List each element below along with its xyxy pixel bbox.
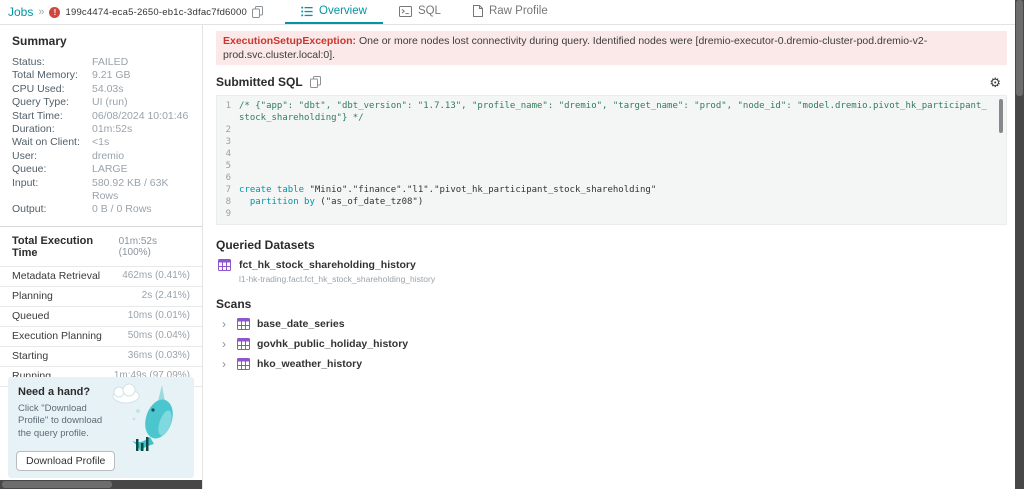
summary-row-status: Status: FAILED bbox=[0, 56, 202, 69]
summary-rows: Status: FAILED Total Memory: 9.21 GB CPU U… bbox=[0, 56, 202, 217]
scan-name: hko_weather_history bbox=[257, 357, 363, 370]
sql-line: 6 bbox=[225, 173, 231, 184]
queried-dataset-row[interactable]: fct_hk_stock_shareholding_history l1-hk-… bbox=[218, 259, 1007, 284]
phase-starting: Starting 36ms (0.03%) bbox=[0, 345, 202, 366]
summary-row-input: Input: 580.92 KB / 63K Rows bbox=[12, 176, 169, 203]
summary-row-cpu-used: CPU Used: 54.03s bbox=[12, 82, 124, 95]
summary-sidebar: Summary Status: FAILED Total Memory: 9.21 … bbox=[0, 25, 203, 489]
dataset-name: fct_hk_stock_shareholding_history bbox=[239, 259, 416, 272]
narwhal-illustration bbox=[112, 383, 173, 451]
help-box: Need a hand? Click "Download Profile" to… bbox=[8, 377, 194, 478]
sidebar-scrollbar-thumb[interactable] bbox=[2, 481, 112, 488]
submitted-sql-title: Submitted SQL bbox=[216, 75, 303, 90]
sql-line: 1/* {"app": "dbt", "dbt_version": "1.7.1… bbox=[217, 100, 1006, 124]
sql-line: 9 bbox=[225, 209, 231, 220]
execution-time-total: 01m:52s (100%) bbox=[118, 235, 157, 258]
sql-line: 3 bbox=[225, 137, 231, 148]
scans-title: Scans bbox=[216, 296, 252, 311]
scan-table-icon bbox=[237, 337, 250, 350]
sql-line: 7 create table "Minio"."finance"."l1"."pi… bbox=[225, 185, 657, 196]
sidebar-horizontal-scrollbar[interactable] bbox=[0, 480, 202, 489]
phase-execution-planning: Execution Planning 50ms (0.04%) bbox=[0, 325, 202, 346]
summary-row-user: User: dremio bbox=[12, 149, 125, 162]
help-text: Click "Download Profile" to download the… bbox=[18, 403, 103, 439]
tab-sql[interactable]: SQL bbox=[383, 0, 457, 24]
execution-time-title: Total Execution Time bbox=[12, 234, 94, 259]
tab-sql-label: SQL bbox=[417, 5, 441, 17]
sql-keyword: partition by bbox=[239, 197, 321, 208]
summary-row-output: Output: 0 B / 0 Rows bbox=[12, 203, 152, 216]
copy-sql-icon[interactable] bbox=[309, 76, 321, 89]
scan-row-govhk-public-holiday-history[interactable]: › govhk_public_holiday_history bbox=[222, 337, 1007, 350]
download-profile-button[interactable]: Download Profile bbox=[16, 451, 116, 471]
breadcrumb: Jobs » ! 199c4474-eca5-2650-eb1c-3dfac7f… bbox=[0, 0, 263, 24]
phase-planning: Planning 2s (2.41%) bbox=[0, 285, 202, 306]
scan-name: base_date_series bbox=[257, 317, 345, 330]
tab-raw-profile[interactable]: Raw Profile bbox=[457, 0, 564, 24]
chevron-right-icon[interactable]: › bbox=[222, 338, 230, 350]
execution-phases: Metadata Retrieval 462ms (0.41%) Planning… bbox=[0, 265, 202, 387]
profile-tabs: Overview SQL Raw Profile bbox=[285, 0, 564, 24]
sql-comment: /* {"app": "dbt", "dbt_version": "1.7.13… bbox=[239, 101, 987, 124]
tab-raw-profile-label: Raw Profile bbox=[488, 5, 548, 17]
scan-table-icon bbox=[237, 317, 250, 330]
submitted-sql-header: Submitted SQL ⚙ bbox=[216, 75, 1007, 89]
dataset-path: l1-hk-trading.fact.fct_hk_stock_sharehol… bbox=[239, 273, 436, 284]
editor-settings-gear-icon[interactable]: ⚙ bbox=[989, 76, 1001, 89]
sql-identifier: ("as_of_date_tz08") bbox=[320, 197, 424, 208]
scan-row-base-date-series[interactable]: › base_date_series bbox=[222, 317, 1007, 330]
sql-line: 5 bbox=[225, 161, 231, 172]
execution-time-header: Total Execution Time 01m:52s (100%) bbox=[0, 235, 202, 266]
summary-row-total-memory: Total Memory: 9.21 GB bbox=[12, 69, 131, 82]
top-bar: Jobs » ! 199c4474-eca5-2650-eb1c-3dfac7f… bbox=[0, 0, 1015, 25]
execution-time-section: Total Execution Time 01m:52s (100%) Meta… bbox=[0, 225, 202, 387]
summary-title: Summary bbox=[12, 34, 67, 48]
overview-panel: ExecutionSetupException: One or more nod… bbox=[204, 25, 1015, 489]
tab-overview[interactable]: Overview bbox=[285, 0, 383, 24]
error-exception-name: ExecutionSetupException: bbox=[223, 35, 357, 47]
dataset-table-icon bbox=[218, 259, 231, 272]
sql-terminal-icon bbox=[398, 5, 412, 17]
page-vertical-scrollbar[interactable] bbox=[1015, 0, 1024, 489]
status-value: FAILED bbox=[92, 56, 129, 68]
sql-keyword: create table bbox=[239, 185, 310, 196]
scan-row-hko-weather-history[interactable]: › hko_weather_history bbox=[222, 357, 1007, 370]
breadcrumb-separator: » bbox=[38, 6, 45, 18]
copy-job-id-icon[interactable] bbox=[252, 6, 263, 18]
summary-row-queue: Queue: LARGE bbox=[12, 163, 128, 176]
error-banner: ExecutionSetupException: One or more nod… bbox=[216, 31, 1007, 66]
sql-line: 8 partition by ("as_of_date_tz08") bbox=[225, 197, 424, 208]
overview-list-icon bbox=[301, 6, 313, 17]
document-icon bbox=[472, 5, 483, 17]
summary-row-wait-on-client: Wait on Client: <1s bbox=[12, 136, 110, 149]
chevron-right-icon[interactable]: › bbox=[222, 318, 230, 330]
scan-table-icon bbox=[237, 357, 250, 370]
job-id: 199c4474-eca5-2650-eb1c-3dfac7fd6000 bbox=[65, 6, 247, 18]
sql-line: 2 bbox=[225, 125, 231, 136]
phase-metadata-retrieval: Metadata Retrieval 462ms (0.41%) bbox=[0, 265, 202, 286]
phase-queued: Queued 10ms (0.01%) bbox=[0, 305, 202, 326]
sql-identifier: "Minio"."finance"."l1"."pivot_hk_partici… bbox=[309, 185, 657, 196]
tab-overview-label: Overview bbox=[319, 5, 367, 17]
sql-code-editor[interactable]: 1/* {"app": "dbt", "dbt_version": "1.7.1… bbox=[216, 95, 1007, 226]
chevron-right-icon[interactable]: › bbox=[222, 358, 230, 370]
summary-row-duration: Duration: 01m:52s bbox=[12, 123, 133, 136]
scan-name: govhk_public_holiday_history bbox=[257, 337, 409, 350]
summary-row-query-type: Query Type: UI (run) bbox=[12, 96, 128, 109]
code-scrollbar-thumb[interactable] bbox=[999, 99, 1003, 134]
job-failed-icon: ! bbox=[49, 6, 61, 18]
page-scrollbar-thumb[interactable] bbox=[1016, 0, 1023, 96]
jobs-breadcrumb-link[interactable]: Jobs bbox=[8, 5, 33, 19]
dataset-info: fct_hk_stock_shareholding_history l1-hk-… bbox=[239, 259, 435, 284]
sql-line: 4 bbox=[225, 149, 231, 160]
jobs-profile-page: Jobs » ! 199c4474-eca5-2650-eb1c-3dfac7f… bbox=[0, 0, 1024, 489]
summary-row-start-time: Start Time: 06/08/2024 10:01:46 bbox=[12, 109, 189, 122]
queried-datasets-title: Queried Datasets bbox=[216, 238, 315, 253]
